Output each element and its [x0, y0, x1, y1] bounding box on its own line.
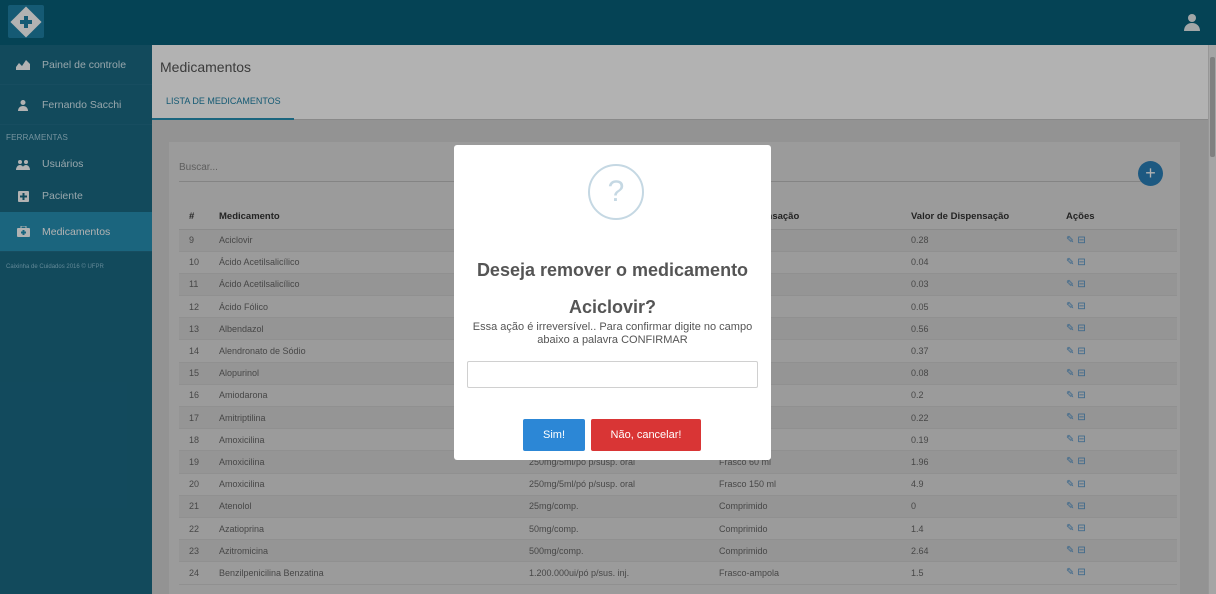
- dialog-title-line1: Deseja remover o medicamento: [476, 260, 749, 280]
- confirm-button[interactable]: Sim!: [523, 419, 585, 451]
- dialog-title: Deseja remover o medicamento Aciclovir?: [454, 253, 771, 325]
- dialog-message: Essa ação é irreversível.. Para confirma…: [472, 321, 753, 346]
- confirm-input[interactable]: [467, 361, 758, 388]
- confirm-remove-dialog: ? Deseja remover o medicamento Aciclovir…: [454, 145, 771, 460]
- question-icon: ?: [588, 164, 644, 220]
- dialog-title-line2: Aciclovir?: [568, 297, 657, 317]
- cancel-button[interactable]: Não, cancelar!: [591, 419, 701, 451]
